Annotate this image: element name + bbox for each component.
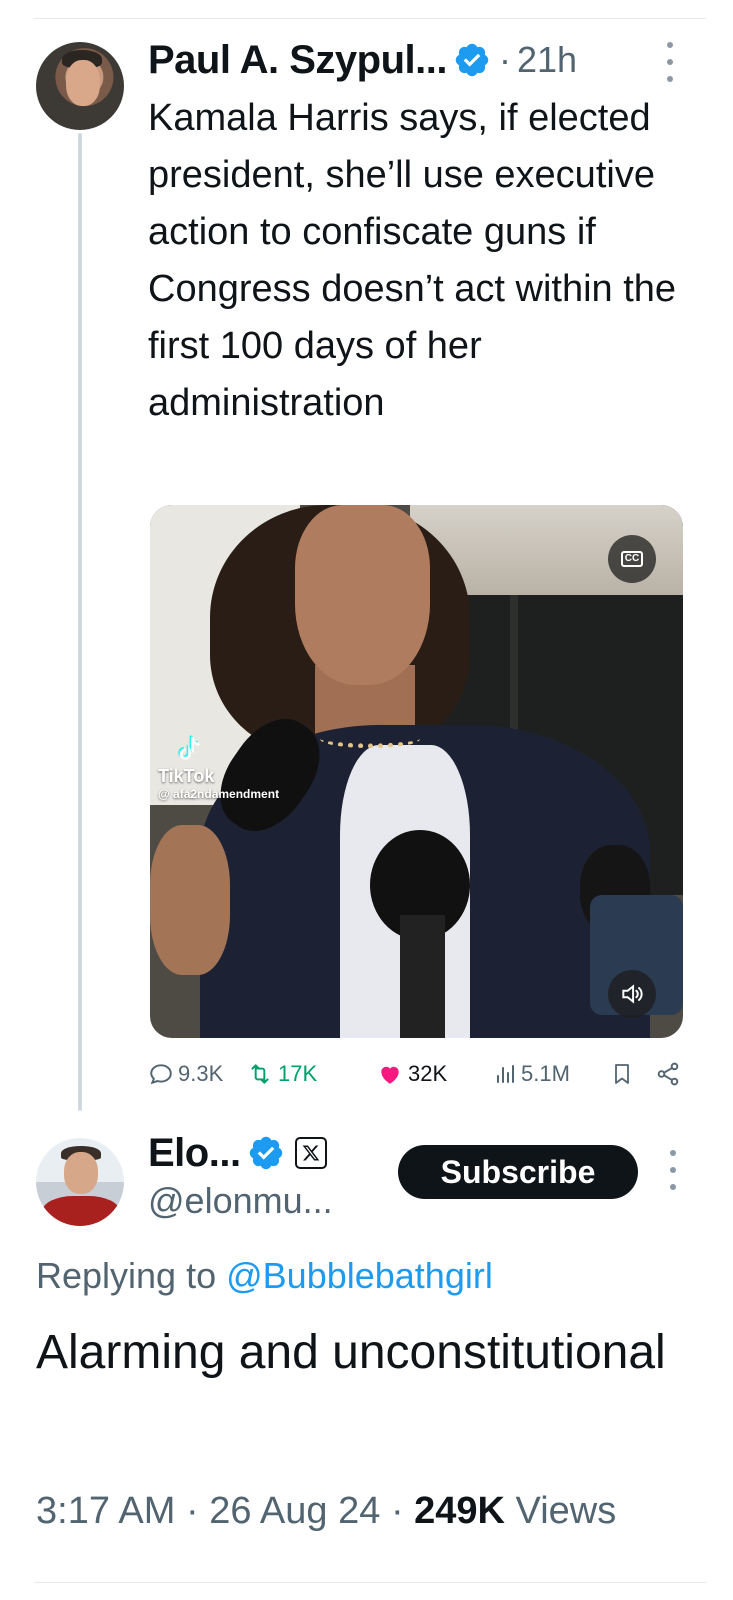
replying-to-label: Replying to <box>36 1255 227 1296</box>
more-options-icon[interactable] <box>660 42 680 82</box>
tweet-text: Kamala Harris says, if elected president… <box>148 97 677 424</box>
bottom-divider <box>34 1582 706 1583</box>
unmute-button[interactable] <box>608 970 656 1018</box>
x-affiliate-badge-icon <box>294 1137 327 1169</box>
retweet-icon <box>251 1064 269 1084</box>
like-count: 32K <box>408 1061 448 1086</box>
reply-time[interactable]: 3:17 AM <box>36 1490 175 1532</box>
verified-badge-icon <box>455 43 489 77</box>
avatar-elon[interactable] <box>36 1138 124 1226</box>
heart-icon <box>381 1066 399 1084</box>
meta-separator: · <box>390 1490 404 1532</box>
reply-date[interactable]: 26 Aug 24 <box>209 1490 380 1532</box>
author-name[interactable]: Paul A. Szypul... <box>148 38 447 83</box>
reply-tweet-text: Alarming and unconstitutional <box>36 1326 666 1379</box>
avatar-paul[interactable] <box>36 42 124 130</box>
speaker-icon <box>622 984 643 1004</box>
bookmark-button[interactable] <box>610 1055 638 1093</box>
reply-author-name[interactable]: Elo... <box>148 1131 241 1176</box>
header-separator: · <box>498 39 511 80</box>
replying-to: Replying to @Bubblebathgirl <box>36 1255 493 1297</box>
tiktok-handle: @ afa2ndamendment <box>158 787 280 801</box>
reply-button[interactable]: 9.3K <box>148 1055 223 1093</box>
tweet-time[interactable]: 21h <box>517 39 577 81</box>
share-button[interactable] <box>654 1055 686 1093</box>
reply-author-handle[interactable]: @elonmu... <box>148 1180 333 1222</box>
reply-count: 9.3K <box>178 1061 224 1086</box>
reply-tweet-header: Elo... <box>148 1128 327 1178</box>
x-logo-icon <box>302 1145 319 1161</box>
views-button[interactable]: 5.1M <box>493 1055 570 1093</box>
retweet-button[interactable]: 17K <box>246 1055 317 1093</box>
tiktok-brand: TikTok <box>158 766 215 786</box>
reply-icon <box>150 1064 172 1085</box>
tweet-actions: 9.3K 17K 32K 5.1M <box>148 1055 683 1093</box>
more-options-icon[interactable] <box>663 1150 683 1190</box>
share-icon <box>657 1062 679 1086</box>
video-media[interactable]: CC TikTok @ afa2ndamendment <box>150 505 683 1038</box>
tiktok-watermark: TikTok @ afa2ndamendment <box>158 730 279 801</box>
retweet-count: 17K <box>278 1061 318 1086</box>
like-button[interactable]: 32K <box>376 1055 447 1093</box>
top-divider <box>34 18 706 19</box>
avatar-face <box>66 60 100 106</box>
tiktok-logo-icon <box>178 735 200 760</box>
tweet-meta: 3:17 AM · 26 Aug 24 · 249K Views <box>36 1490 616 1533</box>
reply-views-label: Views <box>505 1490 617 1532</box>
verified-badge-icon <box>249 1136 282 1170</box>
replying-to-handle[interactable]: @Bubblebathgirl <box>226 1255 493 1296</box>
bookmark-icon <box>615 1064 629 1084</box>
cc-label: CC <box>620 551 644 567</box>
meta-separator: · <box>185 1490 199 1532</box>
subscribe-button[interactable]: Subscribe <box>398 1145 638 1199</box>
reply-views-count[interactable]: 249K <box>414 1490 505 1532</box>
thread-line <box>78 133 82 1111</box>
views-count: 5.1M <box>521 1061 570 1086</box>
closed-captions-button[interactable]: CC <box>608 535 656 583</box>
original-tweet-header: Paul A. Szypul... · 21h <box>148 34 577 86</box>
views-chart-icon <box>497 1065 514 1083</box>
